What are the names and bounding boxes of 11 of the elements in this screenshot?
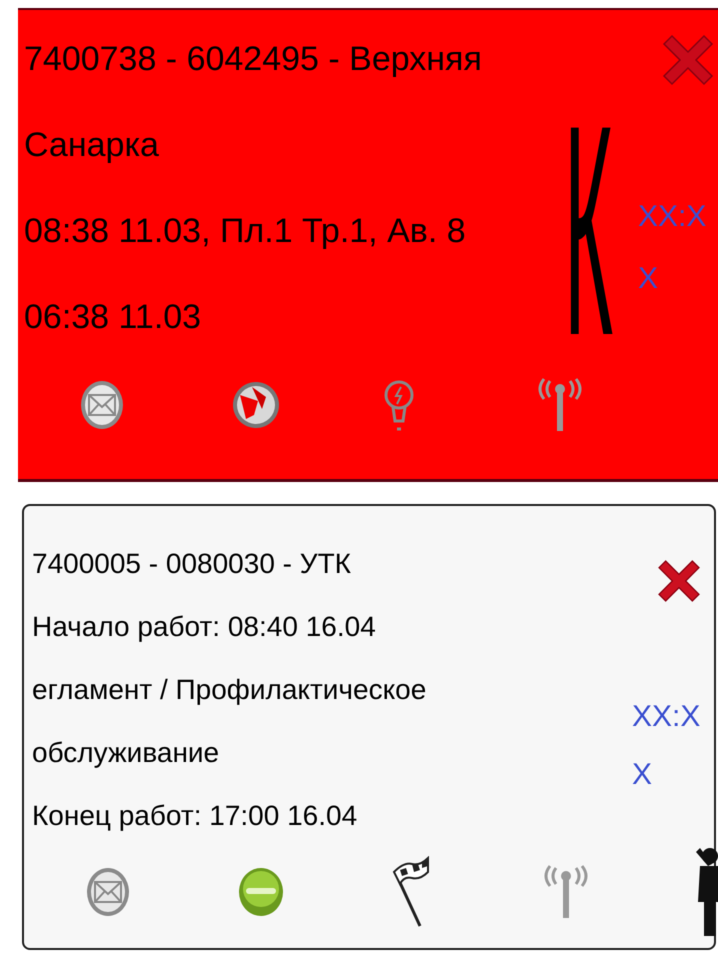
status-letter: К	[564, 80, 613, 380]
card-text: 06:38 11.03	[24, 297, 202, 338]
time-label: XX:XX	[638, 199, 708, 297]
task-card[interactable]: 7400005 - 0080030 - УТК Начало работ: 08:40 16.04 егламент / Профилактическое обслуживание Конец работ: 17:00 16.04 XX:XX	[22, 504, 716, 950]
card-text: 08:38 11.03, Пл.1 Тр.1, Ав. 8	[24, 211, 467, 252]
card-text: 7400005 - 0080030 - УТК	[32, 547, 352, 581]
card-text: 7400738 - 6042495 - Верхняя Санарка	[24, 39, 483, 166]
card-text: Конец работ: 17:00 16.04	[32, 799, 358, 833]
time-label: XX:XX	[632, 699, 702, 793]
card-text: Начало работ: 08:40 16.04	[32, 610, 377, 644]
card-text: егламент / Профилактическое обслуживание	[32, 673, 428, 770]
